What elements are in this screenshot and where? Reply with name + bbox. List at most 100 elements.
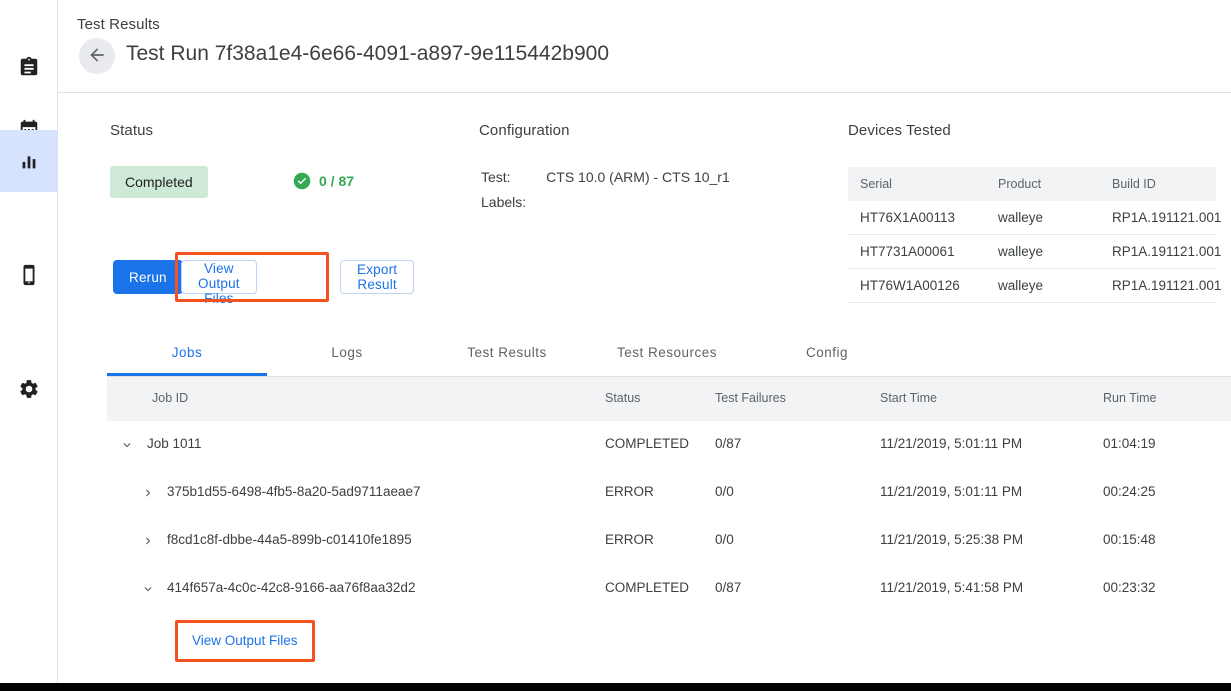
job-runtime: 00:24:25 <box>1103 484 1156 499</box>
jobs-col-run-time: Run Time <box>1103 391 1157 405</box>
config-label-test: Test: <box>481 168 544 191</box>
device-serial: HT76W1A00126 <box>848 269 998 303</box>
inline-view-output-files-wrap: View Output Files <box>180 625 310 656</box>
job-failures: 0/87 <box>715 436 741 451</box>
configuration-table: Test: CTS 10.0 (ARM) - CTS 10_r1 Labels: <box>479 166 732 218</box>
tab-config[interactable]: Config <box>747 330 907 376</box>
job-failures: 0/87 <box>715 580 741 595</box>
configuration-heading: Configuration <box>479 122 839 139</box>
chevron-right-icon[interactable] <box>141 534 155 548</box>
job-failures: 0/0 <box>715 532 734 547</box>
job-runtime: 00:15:48 <box>1103 532 1156 547</box>
devices-col-serial: Serial <box>848 167 998 201</box>
pass-count: 0 / 87 <box>293 172 354 190</box>
sidebar-item-devices[interactable] <box>0 244 58 306</box>
page-header: Test Results Test Run 7f38a1e4-6e66-4091… <box>58 0 1231 93</box>
job-id: 414f657a-4c0c-42c8-9166-aa76f8aa32d2 <box>167 580 415 595</box>
sidebar-item-test-suites[interactable] <box>0 36 58 98</box>
config-label-labels: Labels: <box>481 193 544 216</box>
config-value-test: CTS 10.0 (ARM) - CTS 10_r1 <box>546 168 730 191</box>
chevron-right-icon[interactable] <box>141 486 155 500</box>
device-build: RP1A.191121.001 <box>1112 201 1216 235</box>
table-row[interactable]: 375b1d55-6498-4fb5-8a20-5ad9711aeae7 ERR… <box>107 469 1231 517</box>
pass-count-label: 0 / 87 <box>319 173 354 189</box>
device-build: RP1A.191121.001 <box>1112 269 1216 303</box>
export-result-button-wrap: Export Result <box>340 260 414 294</box>
test-run-details-page: Test Results Test Run 7f38a1e4-6e66-4091… <box>0 0 1231 691</box>
job-runtime: 01:04:19 <box>1103 436 1156 451</box>
jobs-col-job-id: Job ID <box>152 391 188 405</box>
jobs-col-status: Status <box>605 391 640 405</box>
status-badge: Completed <box>110 166 208 198</box>
config-row-test: Test: CTS 10.0 (ARM) - CTS 10_r1 <box>481 168 730 191</box>
job-status: ERROR <box>605 532 654 547</box>
table-row[interactable]: f8cd1c8f-dbbe-44a5-899b-c01410fe1895 ERR… <box>107 517 1231 565</box>
inline-view-output-files-link[interactable]: View Output Files <box>180 625 310 656</box>
job-id: Job 1011 <box>147 436 202 451</box>
rerun-button-wrap: Rerun <box>113 260 183 294</box>
device-product: walleye <box>998 235 1112 269</box>
tab-test-resources[interactable]: Test Resources <box>587 330 747 376</box>
job-start: 11/21/2019, 5:41:58 PM <box>880 580 1023 595</box>
sidebar-nav <box>0 0 58 683</box>
rerun-button[interactable]: Rerun <box>113 260 183 294</box>
status-section: Status Completed 0 / 87 <box>110 122 470 198</box>
devices-table: Serial Product Build ID HT76X1A00113 wal… <box>848 167 1216 303</box>
device-product: walleye <box>998 269 1112 303</box>
device-serial: HT7731A00061 <box>848 235 998 269</box>
sidebar-item-test-results[interactable] <box>0 130 58 192</box>
check-circle-icon <box>293 172 311 190</box>
back-button[interactable] <box>79 38 115 74</box>
jobs-table-header: Job ID Status Test Failures Start Time R… <box>107 377 1231 421</box>
devices-col-product: Product <box>998 167 1112 201</box>
tab-jobs[interactable]: Jobs <box>107 330 267 376</box>
job-start: 11/21/2019, 5:25:38 PM <box>880 532 1023 547</box>
job-failures: 0/0 <box>715 484 734 499</box>
bottom-bar <box>0 683 1231 691</box>
jobs-table-body: Job 1011 COMPLETED 0/87 11/21/2019, 5:01… <box>107 421 1231 613</box>
devices-col-build: Build ID <box>1112 167 1216 201</box>
table-row: HT76W1A00126 walleye RP1A.191121.001 <box>848 269 1216 303</box>
breadcrumb: Test Results <box>77 16 160 33</box>
devices-heading: Devices Tested <box>848 122 1216 139</box>
view-output-files-button[interactable]: View Output Files <box>181 260 257 294</box>
job-start: 11/21/2019, 5:01:11 PM <box>880 436 1022 451</box>
gear-icon <box>18 378 40 400</box>
page-title: Test Run 7f38a1e4-6e66-4091-a897-9e11544… <box>126 42 609 66</box>
job-id: f8cd1c8f-dbbe-44a5-899b-c01410fe1895 <box>167 532 412 547</box>
jobs-col-test-failures: Test Failures <box>715 391 786 405</box>
job-status: COMPLETED <box>605 580 689 595</box>
sidebar-item-settings[interactable] <box>0 358 58 420</box>
devices-header-row: Serial Product Build ID <box>848 167 1216 201</box>
job-runtime: 00:23:32 <box>1103 580 1156 595</box>
status-row: Completed 0 / 87 <box>110 166 470 198</box>
status-heading: Status <box>110 122 470 139</box>
configuration-section: Configuration Test: CTS 10.0 (ARM) - CTS… <box>479 122 839 218</box>
chevron-down-icon[interactable] <box>120 438 134 452</box>
arrow-left-icon <box>87 45 107 68</box>
view-output-files-button-wrap: View Output Files <box>181 260 257 308</box>
device-serial: HT76X1A00113 <box>848 201 998 235</box>
job-status: COMPLETED <box>605 436 689 451</box>
device-icon <box>18 264 40 286</box>
chevron-down-icon[interactable] <box>141 582 155 596</box>
device-product: walleye <box>998 201 1112 235</box>
job-start: 11/21/2019, 5:01:11 PM <box>880 484 1022 499</box>
job-status: ERROR <box>605 484 654 499</box>
jobs-col-start-time: Start Time <box>880 391 937 405</box>
config-value-labels <box>546 193 730 216</box>
table-row: HT7731A00061 walleye RP1A.191121.001 <box>848 235 1216 269</box>
bar-chart-icon <box>18 150 40 172</box>
export-result-button[interactable]: Export Result <box>340 260 414 294</box>
tab-bar: Jobs Logs Test Results Test Resources Co… <box>107 330 1231 377</box>
clipboard-icon <box>18 56 40 78</box>
table-row: HT76X1A00113 walleye RP1A.191121.001 <box>848 201 1216 235</box>
config-row-labels: Labels: <box>481 193 730 216</box>
table-row[interactable]: Job 1011 COMPLETED 0/87 11/21/2019, 5:01… <box>107 421 1231 469</box>
devices-section: Devices Tested Serial Product Build ID H… <box>848 122 1216 303</box>
job-id: 375b1d55-6498-4fb5-8a20-5ad9711aeae7 <box>167 484 420 499</box>
tab-logs[interactable]: Logs <box>267 330 427 376</box>
tab-test-results[interactable]: Test Results <box>427 330 587 376</box>
table-row[interactable]: 414f657a-4c0c-42c8-9166-aa76f8aa32d2 COM… <box>107 565 1231 613</box>
device-build: RP1A.191121.001 <box>1112 235 1216 269</box>
